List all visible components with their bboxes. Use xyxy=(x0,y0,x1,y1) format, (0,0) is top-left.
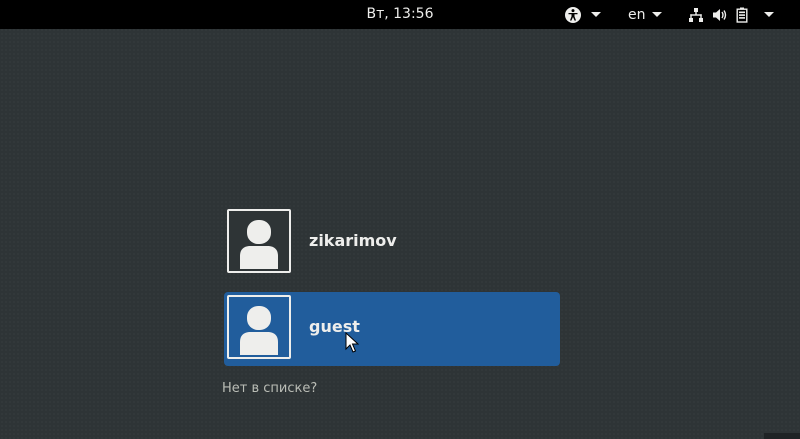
language-menu[interactable]: en xyxy=(628,0,662,29)
not-listed-link[interactable]: Нет в списке? xyxy=(222,381,317,396)
corner-strip xyxy=(764,433,800,439)
language-label: en xyxy=(628,6,646,23)
mouse-cursor-icon xyxy=(345,332,359,353)
battery-icon xyxy=(736,7,748,23)
clock: Вт, 13:56 xyxy=(0,0,800,29)
chevron-down-icon xyxy=(764,12,774,17)
chevron-down-icon xyxy=(591,12,601,17)
user-icon xyxy=(240,220,278,269)
volume-icon xyxy=(713,8,727,21)
user-item-guest[interactable]: guest xyxy=(224,292,560,366)
network-icon xyxy=(689,7,703,22)
accessibility-icon xyxy=(565,6,581,23)
clock-label[interactable]: Вт, 13:56 xyxy=(366,6,433,22)
top-bar: Вт, 13:56 en xyxy=(0,0,800,29)
user-item-zikarimov[interactable]: zikarimov xyxy=(224,206,560,280)
avatar xyxy=(227,209,291,273)
avatar xyxy=(227,295,291,359)
user-name: zikarimov xyxy=(309,231,397,250)
system-menu[interactable] xyxy=(688,0,774,29)
chevron-down-icon xyxy=(651,12,662,17)
user-icon xyxy=(240,306,278,355)
accessibility-menu[interactable] xyxy=(564,0,601,29)
